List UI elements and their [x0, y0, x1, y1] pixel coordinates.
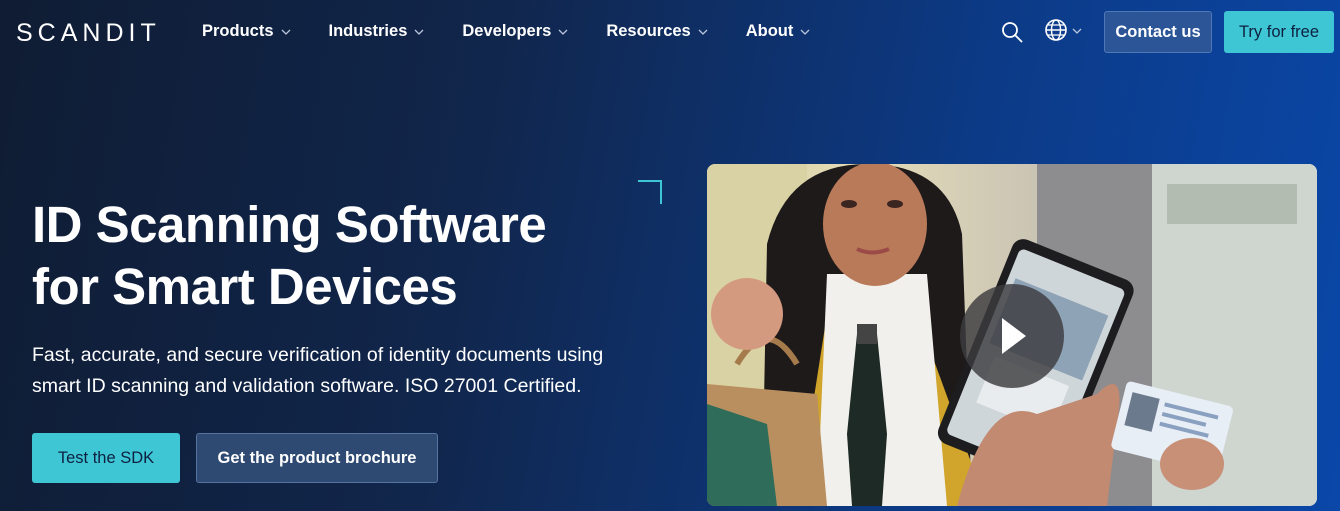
play-icon	[1002, 318, 1026, 354]
menu-item-about[interactable]: About	[746, 22, 811, 41]
title-line: ID Scanning Software	[32, 196, 547, 253]
globe-icon	[1044, 18, 1068, 47]
play-button[interactable]	[960, 284, 1064, 388]
contact-us-button[interactable]: Contact us	[1104, 11, 1212, 53]
menu-item-industries[interactable]: Industries	[329, 22, 425, 41]
chevron-down-icon	[281, 27, 291, 37]
menu-label: Products	[202, 22, 274, 40]
menu-item-developers[interactable]: Developers	[462, 22, 568, 41]
chevron-down-icon	[698, 27, 708, 37]
language-selector[interactable]	[1044, 18, 1088, 47]
hero-video[interactable]	[707, 164, 1317, 506]
menu-item-resources[interactable]: Resources	[606, 22, 708, 41]
scandit-logo[interactable]: SCANDIT	[16, 19, 161, 48]
product-brochure-button[interactable]: Get the product brochure	[196, 433, 438, 483]
menu-label: Industries	[328, 22, 408, 40]
menu-label: Developers	[462, 22, 552, 40]
top-navigation: SCANDIT Products Industries Developers R…	[0, 0, 1340, 64]
subtitle-line: smart ID scanning and validation softwar…	[32, 375, 582, 397]
menu-item-products[interactable]: Products	[202, 22, 291, 41]
menu-label: Resources	[606, 22, 691, 40]
page-title: ID Scanning Software for Smart Devices	[32, 194, 632, 318]
search-icon[interactable]	[1001, 21, 1023, 43]
decorative-corner-bracket	[638, 180, 662, 204]
hero-subtitle: Fast, accurate, and secure verification …	[32, 340, 652, 402]
menu-label: About	[745, 22, 794, 40]
subtitle-line: Fast, accurate, and secure verification …	[32, 344, 604, 366]
main-menu: Products Industries Developers Resources…	[202, 22, 848, 41]
title-line: for Smart Devices	[32, 258, 458, 315]
test-sdk-button[interactable]: Test the SDK	[32, 433, 180, 483]
chevron-down-icon	[1072, 23, 1082, 41]
try-for-free-button[interactable]: Try for free	[1224, 11, 1334, 53]
chevron-down-icon	[800, 27, 810, 37]
chevron-down-icon	[414, 27, 424, 37]
chevron-down-icon	[558, 27, 568, 37]
